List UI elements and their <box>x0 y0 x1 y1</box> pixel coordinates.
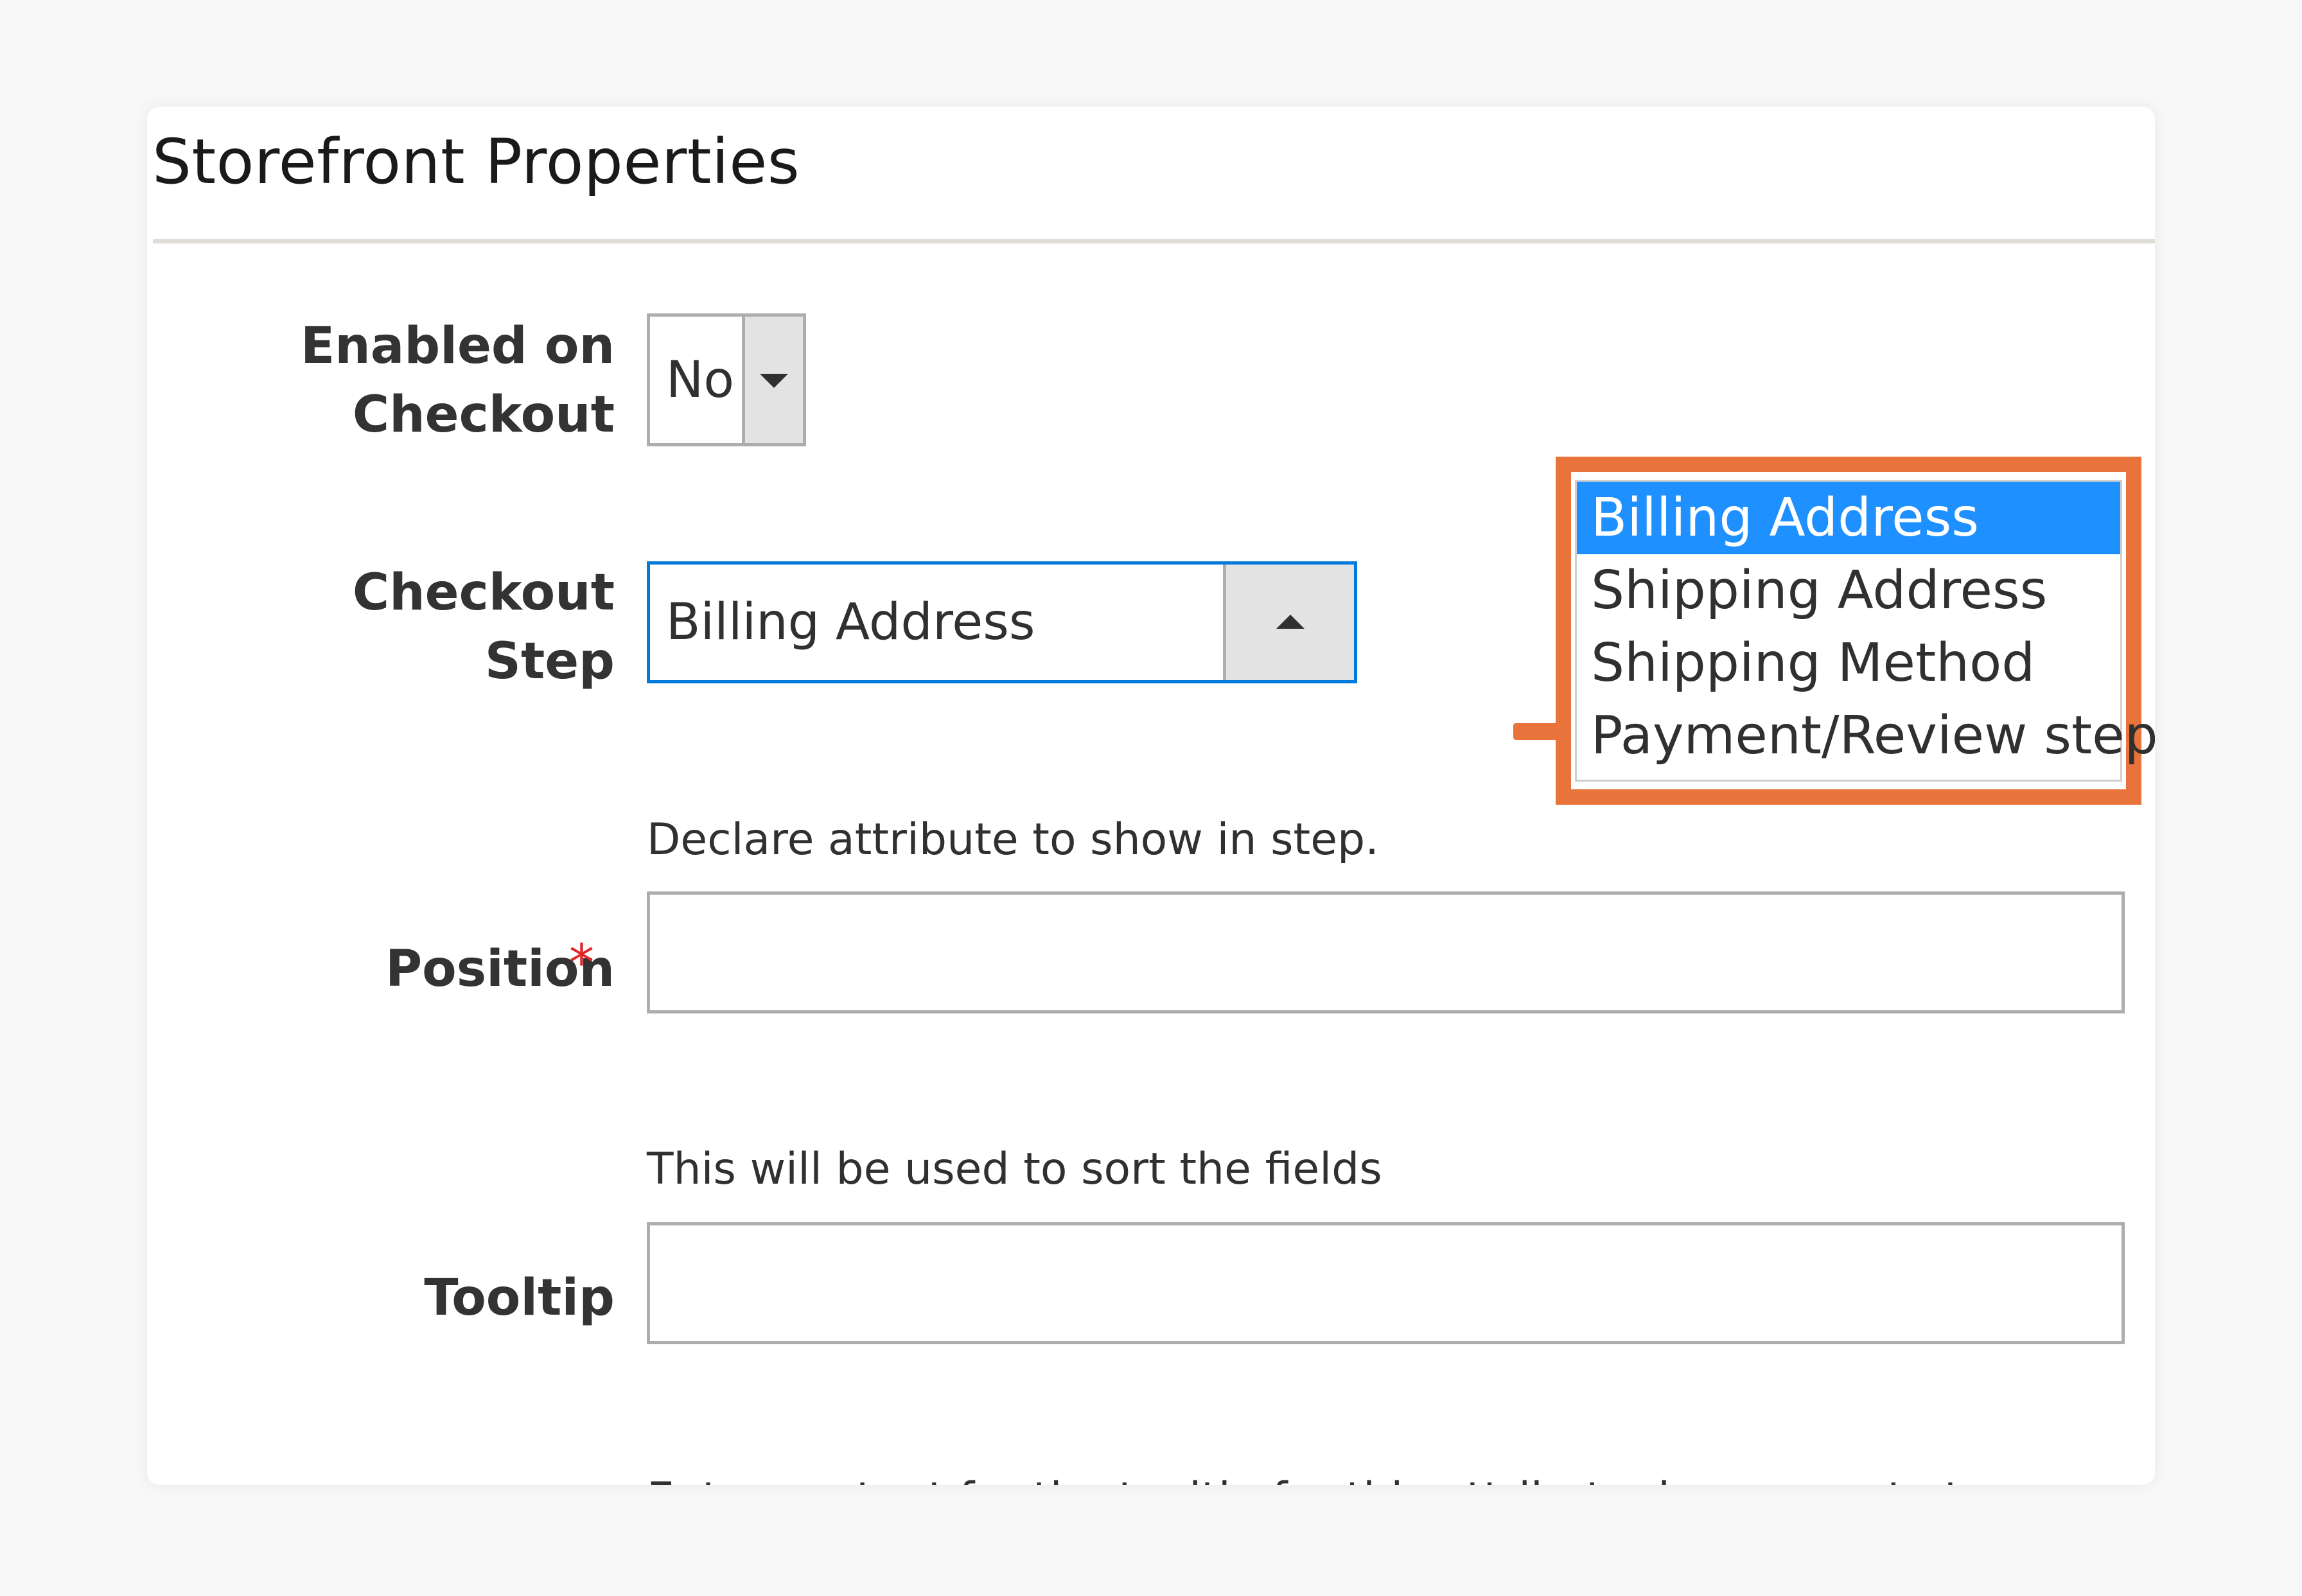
option-payment-review-step[interactable]: Payment/Review step <box>1577 699 2155 772</box>
checkout-step-value: Billing Address <box>666 593 1035 651</box>
checkout-step-label-line1: Checkout <box>352 564 615 622</box>
enabled-on-checkout-value: No <box>666 351 735 409</box>
option-billing-address[interactable]: Billing Address <box>1577 482 2120 554</box>
enabled-on-checkout-select[interactable]: No <box>647 313 806 446</box>
chevron-down-icon <box>760 373 788 388</box>
position-note: This will be used to sort the fields <box>647 1144 1382 1195</box>
enabled-on-checkout-label: Enabled on Checkout <box>301 312 615 450</box>
checkout-step-note: Declare attribute to show in step. <box>647 814 1379 865</box>
tooltip-input[interactable] <box>647 1222 2125 1344</box>
checkout-step-select[interactable]: Billing Address <box>647 561 1357 683</box>
checkout-step-label-line2: Step <box>484 633 615 690</box>
enabled-on-checkout-label-line1: Enabled on <box>300 317 615 375</box>
position-input[interactable] <box>647 891 2125 1013</box>
checkout-step-toggle[interactable] <box>1223 565 1354 680</box>
chevron-up-icon <box>1276 615 1305 629</box>
required-star: * <box>569 934 594 992</box>
option-shipping-method[interactable]: Shipping Method <box>1577 627 2120 699</box>
checkout-step-label: Checkout Step <box>353 559 615 696</box>
tooltip-label: Tooltip <box>424 1269 615 1327</box>
enabled-on-checkout-toggle[interactable] <box>742 317 803 443</box>
checkout-step-options-callout: Billing Address Shipping Address Shippin… <box>1556 457 2155 805</box>
option-shipping-address[interactable]: Shipping Address <box>1577 554 2120 627</box>
section-title: Storefront Properties <box>152 126 800 198</box>
enabled-on-checkout-label-line2: Checkout <box>352 386 615 444</box>
tooltip-note: Enter content for the tooltip for this a… <box>647 1468 2124 1485</box>
title-divider <box>153 239 2155 243</box>
checkout-step-options-list: Billing Address Shipping Address Shippin… <box>1575 480 2155 782</box>
storefront-properties-card: Storefront Properties Enabled on Checkou… <box>147 107 2155 1485</box>
